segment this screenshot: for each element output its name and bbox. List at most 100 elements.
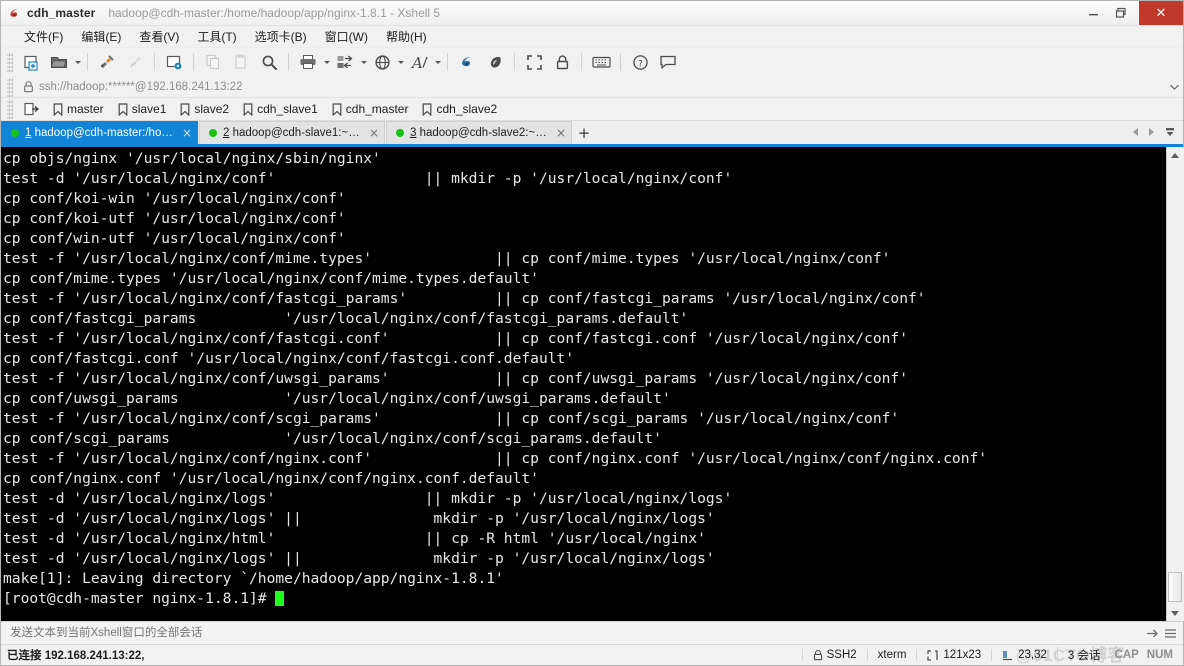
bookmark-cdh-master[interactable]: cdh_master [325, 98, 416, 120]
chevron-left-icon[interactable] [1127, 122, 1143, 142]
globe-dropdown-icon[interactable] [396, 60, 405, 64]
terminal-cursor [275, 591, 285, 606]
scrollbar-thumb[interactable] [1167, 572, 1182, 602]
tab-list-icon[interactable] [1159, 122, 1181, 142]
tab-status-dot [396, 129, 404, 137]
chat-icon[interactable] [654, 49, 682, 75]
bookmark-slave1[interactable]: slave1 [111, 98, 174, 120]
new-session-icon[interactable] [17, 49, 45, 75]
status-terminal-type: xterm [866, 649, 917, 661]
lock-icon [17, 80, 39, 93]
bookmark-bar-grip [7, 99, 13, 119]
close-button[interactable]: ✕ [1139, 1, 1183, 25]
new-bookmark-icon[interactable] [17, 98, 46, 120]
disconnect-icon[interactable] [121, 49, 149, 75]
tab-status-dot [209, 129, 217, 137]
bookmark-icon [423, 102, 432, 116]
open-session-icon[interactable] [45, 49, 73, 75]
tab-bar: 1 hadoop@cdh-master:/hom... × 2 hadoop@c… [1, 121, 1183, 147]
terminal-line: cp conf/nginx.conf '/usr/local/nginx/con… [3, 470, 539, 487]
status-num-flag: NUM [1146, 649, 1173, 661]
find-icon[interactable] [255, 49, 283, 75]
menu-help[interactable]: 帮助(H) [377, 26, 436, 47]
tab-status-dot [11, 129, 19, 137]
menu-tools[interactable]: 工具(T) [188, 26, 245, 47]
fullscreen-icon[interactable] [520, 49, 548, 75]
menu-window[interactable]: 窗口(W) [316, 26, 377, 47]
terminal-line: cp conf/win-utf '/usr/local/nginx/conf' [3, 230, 346, 247]
window-controls: ✕ [1079, 1, 1183, 25]
open-session-dropdown-icon[interactable] [73, 60, 82, 64]
keyboard-icon[interactable] [587, 49, 615, 75]
toolbar-separator [288, 53, 289, 71]
bookmark-cdh-slave2[interactable]: cdh_slave2 [415, 98, 504, 120]
tab-label: 2 hadoop@cdh-slave1:~/app/... [223, 127, 362, 139]
toolbar-separator [87, 53, 88, 71]
terminal-line: cp objs/nginx '/usr/local/nginx/sbin/ngi… [3, 150, 381, 167]
font-icon[interactable]: A [405, 49, 433, 75]
scroll-up-icon[interactable] [1166, 147, 1184, 163]
menu-lines-icon[interactable] [1161, 624, 1179, 642]
minimize-button[interactable] [1079, 1, 1107, 25]
lock-icon[interactable] [548, 49, 576, 75]
restore-button[interactable] [1107, 1, 1135, 25]
toolbar: A ? [1, 48, 1183, 76]
scroll-down-icon[interactable] [1166, 605, 1184, 621]
address-bar: ssh://hadoop:******@192.168.241.13:22 [1, 76, 1183, 98]
print-dropdown-icon[interactable] [322, 60, 331, 64]
send-to-all-input[interactable] [8, 626, 1143, 640]
tab-close-icon[interactable]: × [182, 127, 192, 139]
terminal-line: make[1]: Leaving directory `/home/hadoop… [3, 570, 504, 587]
bookmark-label: master [67, 102, 104, 116]
xagent-icon[interactable] [481, 49, 509, 75]
menu-view[interactable]: 查看(V) [130, 26, 188, 47]
bookmark-label: cdh_master [345, 102, 409, 116]
tab-title: hadoop@cdh-slave1:~/app/... [232, 127, 362, 139]
font-dropdown-icon[interactable] [433, 60, 442, 64]
address-bar-grip [7, 76, 13, 97]
status-size: 121x23 [916, 649, 991, 661]
session-properties-icon[interactable] [160, 49, 188, 75]
tab-3[interactable]: 3 hadoop@cdh-slave2:~/app/... × [386, 121, 572, 144]
bookmark-master[interactable]: master [46, 98, 111, 120]
bookmark-cdh-slave1[interactable]: cdh_slave1 [236, 98, 325, 120]
status-cursor-label: 23,32 [1018, 649, 1047, 661]
connect-icon[interactable] [93, 49, 121, 75]
tab-title: hadoop@cdh-slave2:~/app/... [419, 127, 549, 139]
xshell-window: cdh_master hadoop@cdh-master:/home/hadoo… [0, 0, 1184, 666]
tab-label: 3 hadoop@cdh-slave2:~/app/... [410, 127, 549, 139]
terminal-line: test -d '/usr/local/nginx/logs' || mkdir… [3, 550, 715, 567]
terminal-line: test -d '/usr/local/nginx/conf' || mkdir… [3, 170, 733, 187]
tab-close-icon[interactable]: × [369, 127, 379, 139]
tab-1[interactable]: 1 hadoop@cdh-master:/hom... × [1, 121, 198, 144]
window-title: hadoop@cdh-master:/home/hadoop/app/nginx… [108, 6, 441, 20]
paste-icon[interactable] [227, 49, 255, 75]
copy-icon[interactable] [199, 49, 227, 75]
transfer-dropdown-icon[interactable] [359, 60, 368, 64]
bookmark-slave2[interactable]: slave2 [173, 98, 236, 120]
tab-2[interactable]: 2 hadoop@cdh-slave1:~/app/... × [199, 121, 385, 144]
address-input[interactable]: ssh://hadoop:******@192.168.241.13:22 [17, 77, 1165, 96]
terminal-screen[interactable]: cp objs/nginx '/usr/local/nginx/sbin/ngi… [1, 147, 1166, 621]
menu-edit[interactable]: 编辑(E) [72, 26, 130, 47]
menu-tab[interactable]: 选项卡(B) [246, 26, 316, 47]
transfer-icon[interactable] [331, 49, 359, 75]
terminal-output: cp objs/nginx '/usr/local/nginx/sbin/ngi… [3, 149, 1166, 609]
terminal-line: test -d '/usr/local/nginx/html' || cp -R… [3, 530, 706, 547]
send-bar-icons [1143, 624, 1183, 642]
print-icon[interactable] [294, 49, 322, 75]
menu-file[interactable]: 文件(F) [15, 26, 72, 47]
send-all-icon[interactable] [1143, 624, 1161, 642]
tab-close-icon[interactable]: × [556, 127, 566, 139]
help-icon[interactable]: ? [626, 49, 654, 75]
scrollbar-track[interactable] [1166, 163, 1184, 605]
globe-icon[interactable] [368, 49, 396, 75]
new-tab-button[interactable]: + [573, 121, 595, 144]
terminal-scrollbar[interactable] [1166, 147, 1184, 621]
chevron-right-icon[interactable] [1143, 122, 1159, 142]
terminal-line: test -d '/usr/local/nginx/logs' || mkdir… [3, 490, 733, 507]
toolbar-grip [7, 52, 13, 72]
chevron-down-icon[interactable] [1165, 84, 1183, 90]
terminal-line: test -f '/usr/local/nginx/conf/fastcgi.c… [3, 330, 908, 347]
xftp-icon[interactable] [453, 49, 481, 75]
